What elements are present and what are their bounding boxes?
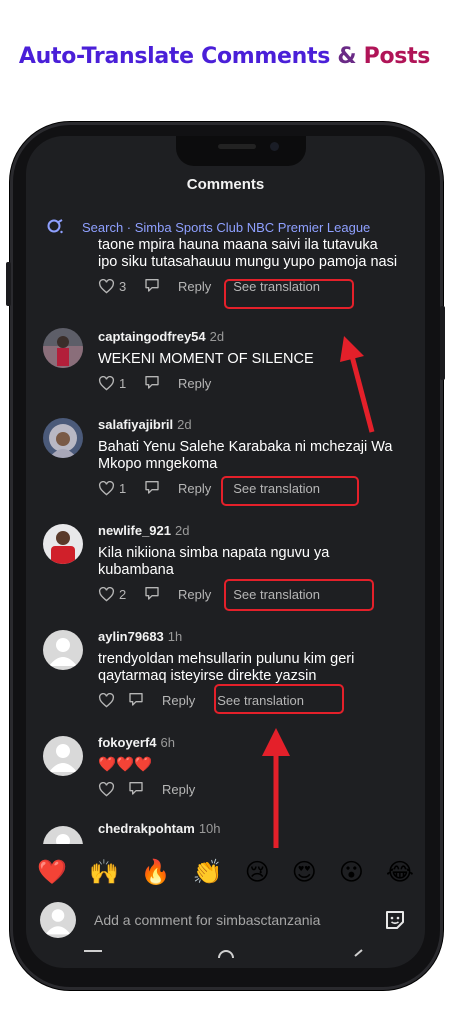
- reply-button[interactable]: Reply: [178, 587, 211, 602]
- heart-icon: [98, 480, 115, 496]
- annotation-arrow: [262, 728, 290, 848]
- username[interactable]: salafiyajibril: [98, 417, 173, 432]
- heart-icon: [98, 586, 115, 602]
- like-button[interactable]: 3: [98, 278, 144, 294]
- timestamp: 2d: [175, 523, 190, 538]
- comment-text: taone mpira hauna maana saivi ila tutavu…: [98, 237, 398, 270]
- like-button[interactable]: 1: [98, 375, 144, 391]
- translation-highlight: [224, 279, 354, 309]
- like-button[interactable]: 2: [98, 586, 144, 602]
- system-navbar: [26, 948, 425, 968]
- page-title: Comments: [186, 176, 265, 193]
- reply-button[interactable]: Reply: [178, 376, 211, 391]
- heart-icon: [98, 278, 115, 294]
- reply-icon[interactable]: [144, 479, 160, 495]
- timestamp: 2d: [209, 329, 225, 344]
- timestamp: 1h: [167, 629, 183, 644]
- translation-highlight: [214, 684, 344, 714]
- avatar[interactable]: [43, 826, 83, 844]
- comment-actions: Reply: [98, 779, 398, 799]
- comment-input[interactable]: Add a comment for simbasctanzania: [94, 912, 383, 928]
- like-count: 1: [119, 375, 127, 391]
- username[interactable]: chedrakpohtam: [98, 821, 195, 836]
- headline-part-2: Posts: [356, 44, 431, 69]
- reply-button[interactable]: Reply: [162, 782, 195, 797]
- reaction-fire[interactable]: 🔥: [141, 858, 171, 886]
- username[interactable]: captaingodfrey54: [98, 329, 206, 344]
- timestamp: 6h: [160, 735, 175, 750]
- comment-body: chedrakpohtam 10h: [98, 820, 398, 838]
- reply-button[interactable]: Reply: [178, 279, 211, 294]
- comment-composer[interactable]: Add a comment for simbasctanzania: [26, 894, 425, 946]
- comment-body: fokoyerf4 6h ❤️❤️❤️ Reply: [98, 734, 398, 799]
- comment-text: Kila nikiiona simba napata nguvu ya kuba…: [98, 545, 330, 578]
- reaction-heart[interactable]: ❤️: [37, 858, 67, 886]
- reply-icon[interactable]: [144, 374, 160, 390]
- comment-text: Bahati Yenu Salehe Karabaka ni mchezaji …: [98, 439, 393, 472]
- avatar: [40, 902, 76, 938]
- reaction-laugh[interactable]: 😂: [386, 858, 414, 886]
- reaction-cry[interactable]: 😢: [245, 858, 270, 886]
- username[interactable]: aylin79683: [98, 629, 164, 644]
- headline-part-1: Auto-Translate Comments: [18, 44, 338, 69]
- comment-feed[interactable]: taone mpira hauna maana saivi ila tutavu…: [26, 236, 425, 844]
- like-button[interactable]: 1: [98, 480, 144, 496]
- promo-headline: Auto-Translate Comments & Posts: [0, 44, 449, 69]
- heart-icon: [98, 781, 115, 797]
- reaction-clap[interactable]: 👏: [193, 858, 223, 886]
- reaction-wow[interactable]: 😮: [339, 858, 364, 886]
- menu-icon[interactable]: [83, 948, 102, 960]
- avatar[interactable]: [43, 418, 83, 458]
- avatar[interactable]: [43, 736, 83, 776]
- back-icon[interactable]: [350, 948, 368, 960]
- like-button[interactable]: [98, 692, 128, 708]
- home-icon[interactable]: [217, 948, 235, 960]
- annotation-arrow: [340, 336, 375, 433]
- reply-icon[interactable]: [128, 691, 144, 707]
- comment-text: trendyoldan mehsullarin pulunu kim geri …: [98, 651, 355, 684]
- like-button[interactable]: [98, 781, 128, 797]
- search-text: Search · Simba Sports Club NBC Premier L…: [82, 219, 371, 235]
- reply-icon[interactable]: [144, 277, 160, 293]
- reaction-heart-eyes[interactable]: 😍: [292, 858, 317, 886]
- reply-icon[interactable]: [128, 780, 144, 796]
- reaction-raised-hands[interactable]: 🙌: [89, 858, 119, 886]
- translation-highlight: [224, 579, 374, 611]
- translation-highlight: [221, 476, 359, 506]
- avatar[interactable]: [43, 630, 83, 670]
- search-icon: [47, 219, 63, 234]
- headline-ampersand: &: [337, 44, 357, 69]
- volume-button: [6, 262, 11, 306]
- search-bar[interactable]: Search · Simba Sports Club NBC Premier L…: [46, 216, 416, 238]
- notch: [176, 136, 306, 166]
- like-count: 3: [119, 278, 127, 294]
- timestamp: 2d: [177, 417, 192, 432]
- heart-icon: [98, 692, 115, 708]
- like-count: 2: [119, 586, 127, 602]
- sticker-icon[interactable]: [383, 908, 407, 932]
- phone-screen: Comments Search · Simba Sports Club NBC …: [26, 136, 425, 968]
- avatar[interactable]: [43, 328, 83, 368]
- avatar[interactable]: [43, 524, 83, 564]
- username[interactable]: fokoyerf4: [98, 735, 157, 750]
- quick-reactions-bar: ❤️ 🙌 🔥 👏 😢 😍 😮 😂: [26, 848, 425, 896]
- like-count: 1: [119, 480, 127, 496]
- power-button: [440, 306, 445, 380]
- heart-icon: [98, 375, 115, 391]
- username[interactable]: newlife_921: [98, 523, 171, 538]
- comment-text: ❤️❤️❤️: [98, 757, 153, 773]
- reply-button[interactable]: Reply: [178, 481, 211, 496]
- timestamp: 10h: [198, 821, 221, 836]
- reply-icon[interactable]: [144, 585, 160, 601]
- reply-button[interactable]: Reply: [162, 693, 195, 708]
